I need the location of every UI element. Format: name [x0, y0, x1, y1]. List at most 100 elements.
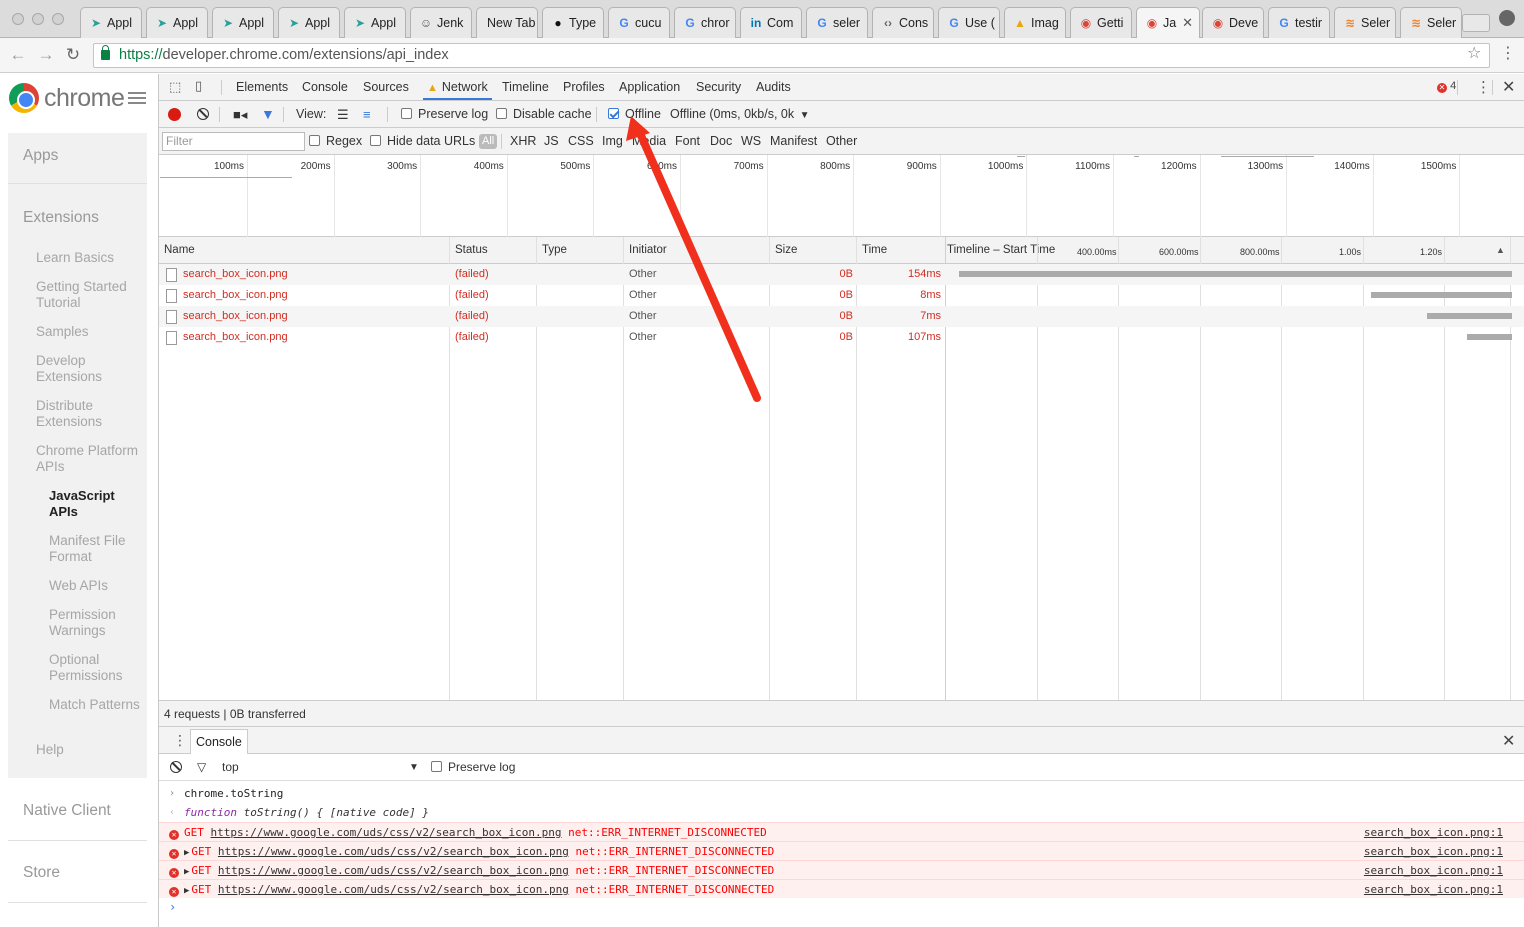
console-error-message[interactable]: ✕ ▶ GET https://www.google.com/uds/css/v2/… — [159, 879, 1524, 898]
browser-tab[interactable]: ➤ Appl — [344, 7, 406, 38]
nav-optional-permissions[interactable]: Optional Permissions — [49, 652, 144, 684]
browser-tab[interactable]: ☺ Jenk — [410, 7, 472, 38]
filter-input[interactable]: Filter — [162, 132, 305, 151]
console-error-message[interactable]: ✕ GET https://www.google.com/uds/css/v2/s… — [159, 822, 1524, 841]
error-url-link[interactable]: https://www.google.com/uds/css/v2/search… — [218, 845, 569, 858]
minimize-window-button[interactable] — [32, 13, 44, 25]
console-error-message[interactable]: ✕ ▶ GET https://www.google.com/uds/css/v2/… — [159, 860, 1524, 879]
filter-type-manifest[interactable]: Manifest — [770, 128, 817, 155]
back-icon[interactable]: ← — [8, 45, 28, 65]
browser-tab[interactable]: ≋ Seler — [1334, 7, 1396, 38]
expand-triangle-icon[interactable]: ▶ — [184, 886, 189, 896]
overview-icon[interactable]: ≡ — [363, 101, 371, 128]
expand-triangle-icon[interactable]: ▶ — [184, 848, 189, 858]
nav-javascript-apis[interactable]: JavaScript APIs — [49, 488, 144, 520]
filter-icon[interactable]: ▼ — [261, 101, 275, 128]
error-url-link[interactable]: https://www.google.com/uds/css/v2/search… — [211, 826, 562, 839]
nav-chrome-platform-apis[interactable]: Chrome Platform APIs — [36, 443, 144, 475]
browser-tab[interactable]: ‹› Cons — [872, 7, 934, 38]
tab-security[interactable]: Security — [696, 74, 741, 100]
nav-samples[interactable]: Samples — [36, 324, 144, 340]
nav-store[interactable]: Store — [23, 864, 60, 882]
zoom-window-button[interactable] — [52, 13, 64, 25]
record-icon[interactable] — [168, 108, 181, 121]
close-drawer-icon[interactable]: ✕ — [1502, 731, 1515, 751]
browser-tab[interactable]: ≋ Seler — [1400, 7, 1462, 38]
nav-permission-warnings[interactable]: Permission Warnings — [49, 607, 144, 639]
browser-tab[interactable]: ➤ Appl — [146, 7, 208, 38]
preserve-log-checkbox[interactable]: Preserve log — [401, 101, 488, 128]
error-count-badge[interactable]: ✕ 4 — [1437, 80, 1456, 93]
console-preserve-log-checkbox[interactable]: Preserve log — [431, 754, 515, 781]
nav-distribute-extensions[interactable]: Distribute Extensions — [36, 398, 144, 430]
nav-native-client[interactable]: Native Client — [23, 802, 111, 820]
reload-icon[interactable]: ↻ — [63, 45, 83, 65]
error-url-link[interactable]: https://www.google.com/uds/css/v2/search… — [218, 864, 569, 877]
error-url-link[interactable]: https://www.google.com/uds/css/v2/search… — [218, 883, 569, 896]
column-name[interactable]: Name — [164, 237, 195, 264]
nav-learn-basics[interactable]: Learn Basics — [36, 250, 144, 266]
column-initiator[interactable]: Initiator — [629, 237, 667, 264]
browser-tab[interactable]: ◉ Deve — [1202, 7, 1264, 38]
tab-application[interactable]: Application — [619, 74, 680, 100]
disable-cache-checkbox[interactable]: Disable cache — [496, 101, 592, 128]
error-source-link[interactable]: search_box_icon.png:1 — [1364, 861, 1503, 880]
browser-tab[interactable]: ● Type — [542, 7, 604, 38]
drawer-menu-icon[interactable]: ⋮ — [173, 733, 187, 747]
console-error-message[interactable]: ✕ ▶ GET https://www.google.com/uds/css/v2/… — [159, 841, 1524, 860]
offline-checkbox[interactable]: Offline — [608, 101, 661, 128]
tab-timeline[interactable]: Timeline — [502, 74, 549, 100]
tab-audits[interactable]: Audits — [756, 74, 791, 100]
browser-tab[interactable]: ◉ Getti — [1070, 7, 1132, 38]
table-row[interactable]: search_box_icon.png (failed) Other 0B 107ms — [159, 327, 1524, 348]
device-toolbar-icon[interactable]: ▯ — [195, 78, 202, 94]
table-row[interactable]: search_box_icon.png (failed) Other 0B 154ms — [159, 264, 1524, 285]
context-select[interactable]: top ▼ — [222, 754, 420, 781]
clear-console-icon[interactable] — [170, 761, 182, 773]
filter-type-ws[interactable]: WS — [741, 128, 761, 155]
console-prompt[interactable]: › — [159, 898, 1524, 917]
drawer-tab-console[interactable]: Console — [190, 729, 248, 754]
browser-tab[interactable]: ▲ Imag — [1004, 7, 1066, 38]
filter-type-xhr[interactable]: XHR — [510, 128, 536, 155]
throttling-select[interactable]: Offline (0ms, 0kb/s, 0k ▼ — [670, 101, 810, 128]
browser-menu-icon[interactable]: ⋮ — [1500, 46, 1516, 62]
nav-match-patterns[interactable]: Match Patterns — [49, 697, 144, 713]
chrome-logo[interactable] — [9, 83, 39, 113]
browser-tab[interactable]: ◉ Ja ✕ — [1136, 7, 1200, 39]
network-overview[interactable]: 100ms 200ms 300ms 400ms 500ms 600ms 700ms 800ms… — [159, 155, 1524, 237]
close-window-button[interactable] — [12, 13, 24, 25]
browser-tab[interactable]: New Tab — [476, 7, 538, 38]
large-rows-icon[interactable]: ☰ — [337, 101, 349, 128]
tab-sources[interactable]: Sources — [363, 74, 409, 100]
devtools-menu-icon[interactable]: ⋮ — [1476, 78, 1491, 96]
filter-type-img[interactable]: Img — [602, 128, 623, 155]
column-size[interactable]: Size — [775, 237, 797, 264]
browser-tab[interactable]: ➤ Appl — [278, 7, 340, 38]
browser-tab[interactable]: in Com — [740, 7, 802, 38]
filter-type-js[interactable]: JS — [544, 128, 559, 155]
tab-network[interactable]: ▲ Network — [423, 74, 492, 100]
tab-console[interactable]: Console — [302, 74, 348, 100]
bookmark-star-icon[interactable]: ☆ — [1467, 43, 1481, 63]
hide-data-urls-checkbox[interactable]: Hide data URLs — [370, 128, 475, 155]
browser-tab[interactable]: ➤ Appl — [80, 7, 142, 38]
nav-help[interactable]: Help — [36, 742, 144, 758]
close-devtools-icon[interactable]: ✕ — [1502, 77, 1515, 97]
logo-text[interactable]: chrome — [44, 84, 125, 113]
clear-icon[interactable] — [197, 108, 209, 120]
browser-tab[interactable]: Gtestir — [1268, 7, 1330, 38]
expand-triangle-icon[interactable]: ▶ — [184, 867, 189, 877]
close-tab-icon[interactable]: ✕ — [1182, 8, 1193, 38]
tab-elements[interactable]: Elements — [236, 74, 288, 100]
filter-type-font[interactable]: Font — [675, 128, 700, 155]
filter-type-doc[interactable]: Doc — [710, 128, 732, 155]
new-tab-button[interactable] — [1462, 14, 1490, 32]
error-source-link[interactable]: search_box_icon.png:1 — [1364, 880, 1503, 899]
profile-icon[interactable] — [1499, 10, 1515, 26]
browser-tab[interactable]: Gchror — [674, 7, 736, 38]
browser-tab[interactable]: G Use ( — [938, 7, 1000, 38]
filter-type-all[interactable]: All — [479, 134, 498, 149]
nav-develop-extensions[interactable]: Develop Extensions — [36, 353, 144, 385]
sort-ascending-icon[interactable]: ▲ — [1496, 237, 1505, 264]
